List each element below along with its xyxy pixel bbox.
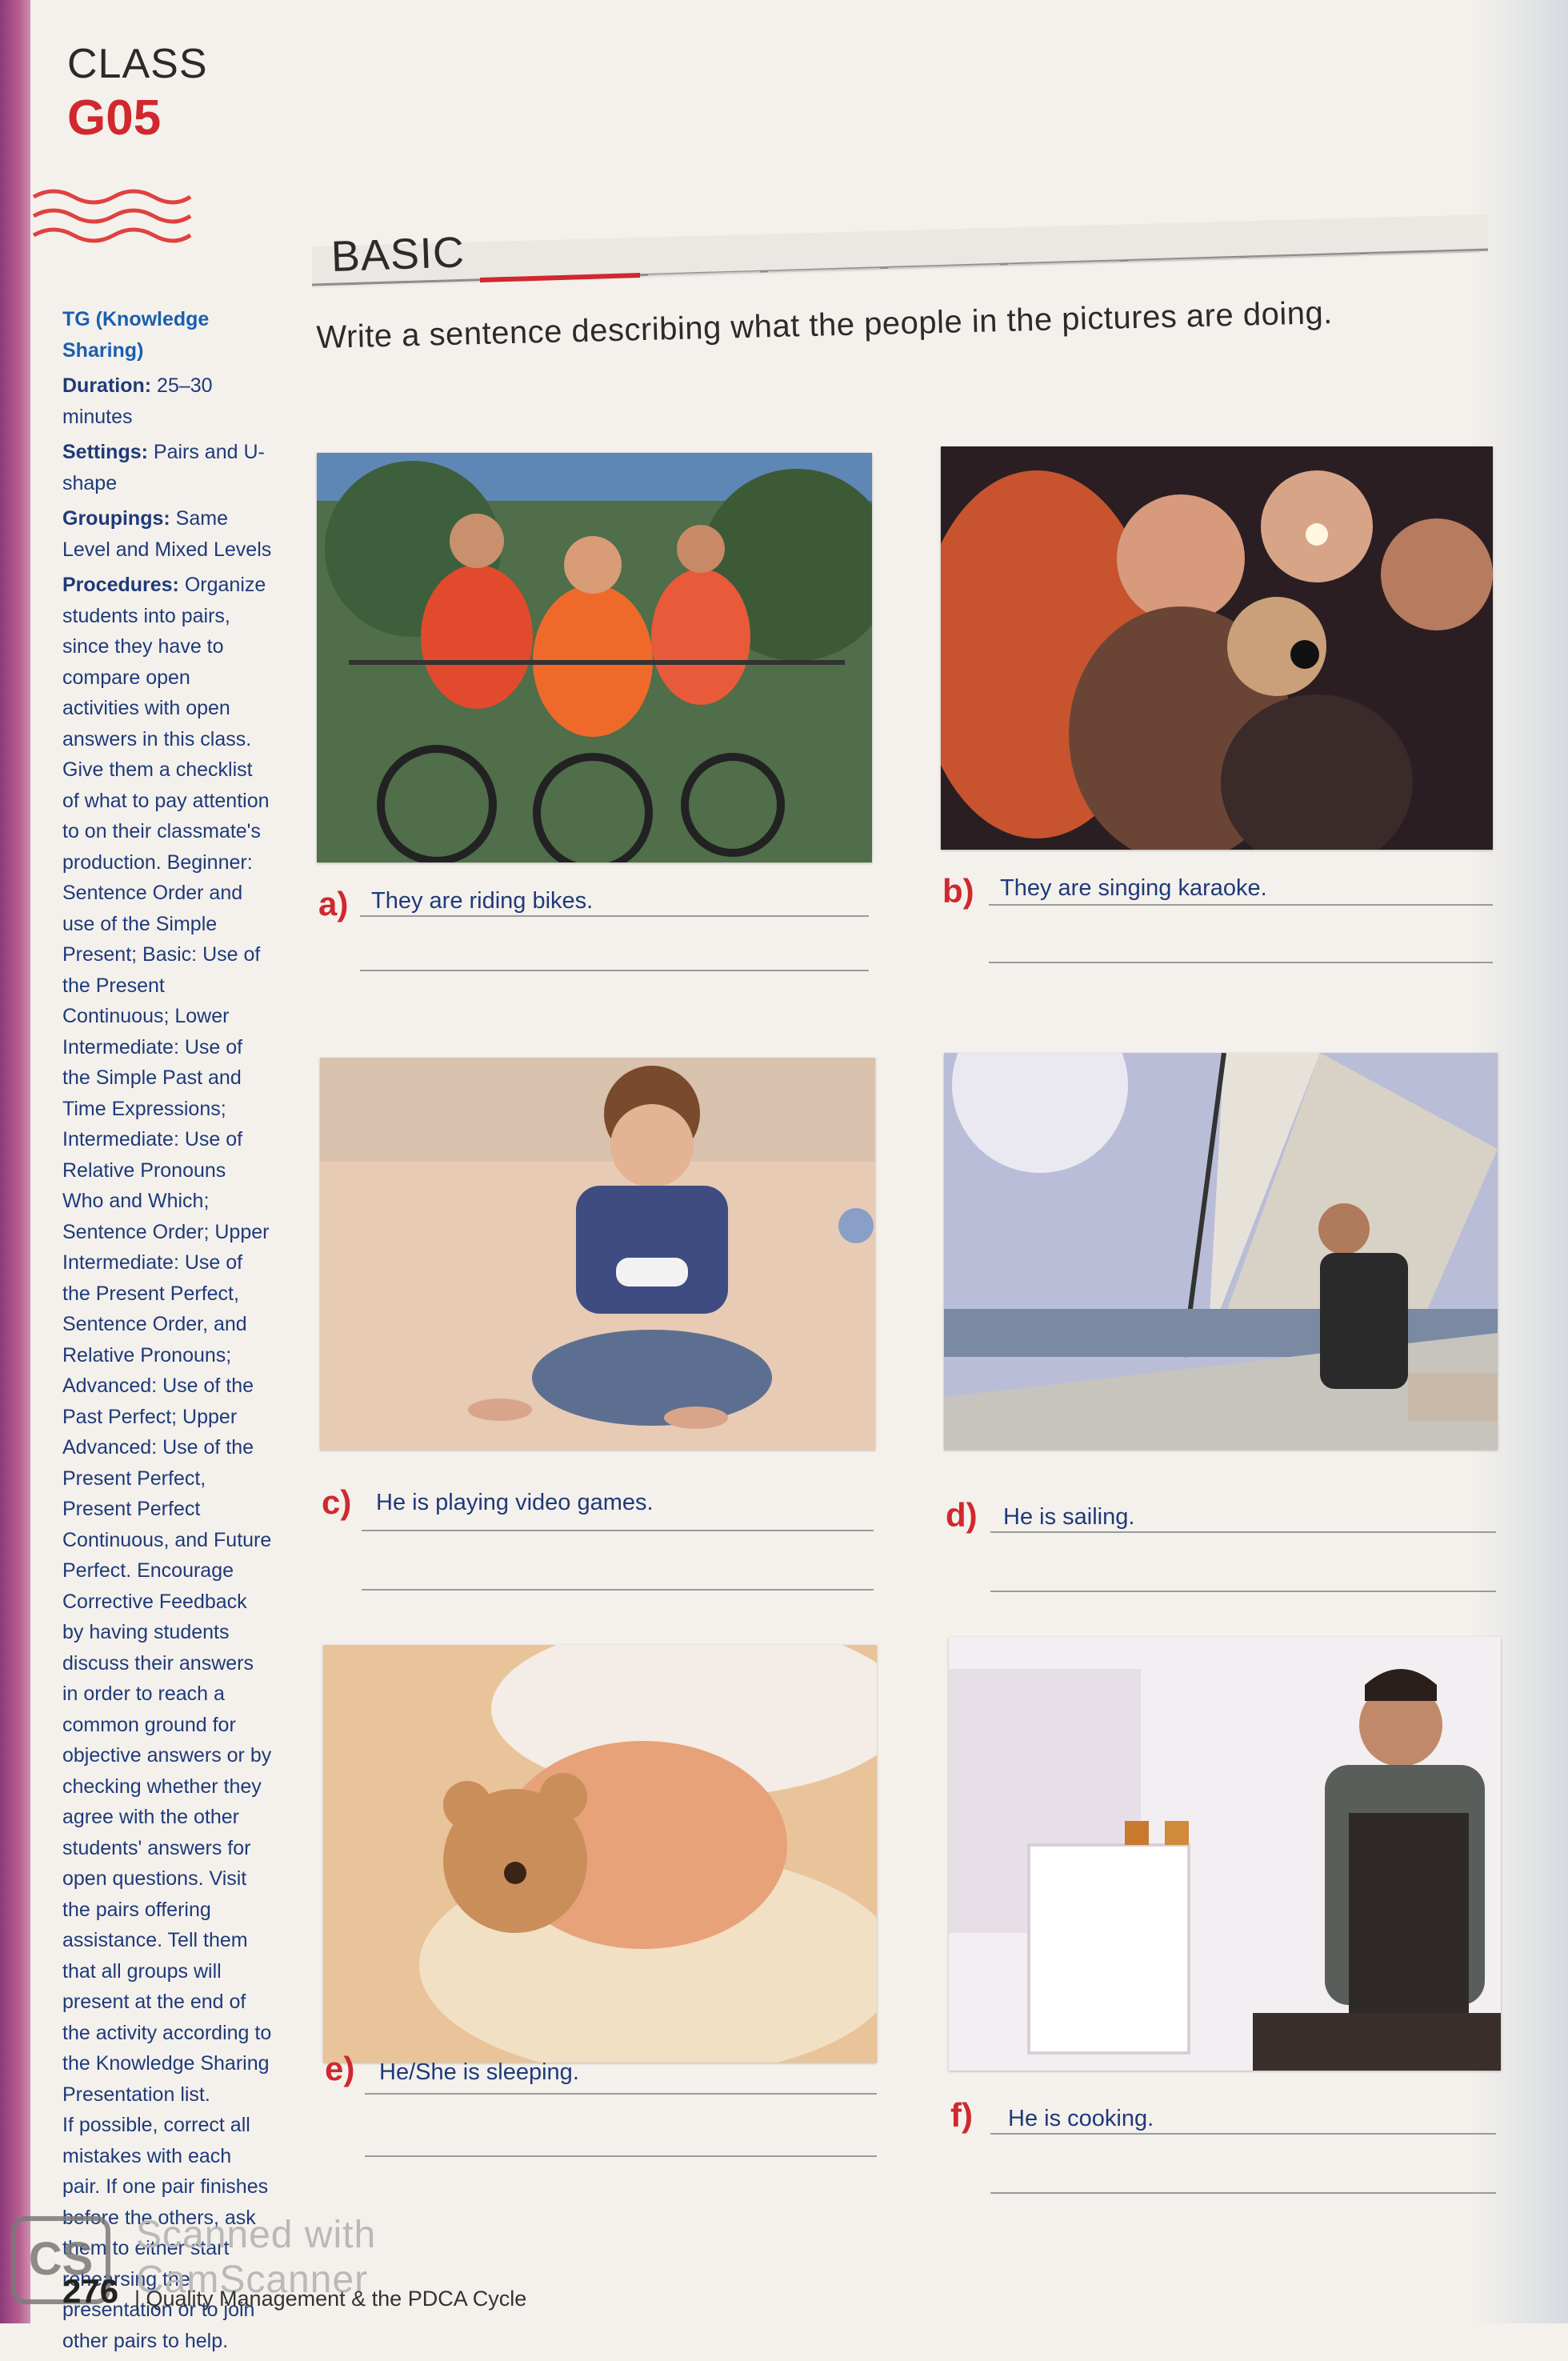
answer-line-b-2 <box>989 962 1493 963</box>
answer-f: He is cooking. <box>1008 2106 1154 2131</box>
section-title: BASIC <box>330 228 466 282</box>
answer-b: They are singing karaoke. <box>1000 875 1267 901</box>
class-code: G05 <box>67 90 162 146</box>
answer-c: He is playing video games. <box>376 1490 654 1515</box>
item-letter-f: f) <box>950 2096 973 2134</box>
item-letter-e: e) <box>325 2050 355 2087</box>
groupings-line: Groupings: Same Level and Mixed Levels <box>62 503 272 565</box>
answer-line-a-1 <box>360 915 869 917</box>
answer-line-d-1 <box>990 1531 1496 1533</box>
answer-line-e-1 <box>365 2093 877 2095</box>
answer-line-c-2 <box>362 1589 874 1591</box>
settings-line: Settings: Pairs and U-shape <box>62 437 272 498</box>
man-cooking-photo <box>949 1637 1501 2071</box>
item-letter-b: b) <box>942 872 974 910</box>
boy-gaming-photo <box>320 1058 875 1450</box>
cyclists-photo <box>317 453 872 862</box>
answer-line-f-1 <box>990 2133 1496 2135</box>
wave-decoration <box>32 189 192 243</box>
page-number: 276 <box>62 2272 119 2310</box>
teacher-guide-sidebar: TG (Knowledge Sharing) Duration: 25–30 m… <box>62 304 272 2361</box>
answer-line-b-1 <box>989 904 1493 906</box>
duration-line: Duration: 25–30 minutes <box>62 370 272 432</box>
procedures-line: Procedures: Organize students into pairs… <box>62 570 272 2110</box>
answer-line-a-2 <box>360 970 869 971</box>
binding-spine <box>0 0 30 2323</box>
item-letter-c: c) <box>322 1483 352 1521</box>
answer-line-c-1 <box>362 1530 874 1531</box>
baby-sleeping-photo <box>323 1645 877 2063</box>
settings-label: Settings: <box>62 441 148 463</box>
answer-line-e-2 <box>365 2155 877 2157</box>
answer-e: He/She is sleeping. <box>379 2059 579 2085</box>
section-banner <box>312 214 1488 288</box>
duration-label: Duration: <box>62 374 152 397</box>
answer-line-d-2 <box>990 1591 1496 1592</box>
instruction-text: Write a sentence describing what the peo… <box>316 294 1334 355</box>
sailing-photo <box>944 1053 1498 1450</box>
running-title: | Quality Management & the PDCA Cycle <box>134 2287 527 2311</box>
karaoke-photo <box>941 446 1493 850</box>
answer-d: He is sailing. <box>1003 1504 1135 1530</box>
class-label: CLASS <box>67 41 208 87</box>
answer-line-f-2 <box>990 2192 1496 2194</box>
procedures-label: Procedures: <box>62 574 179 596</box>
item-letter-d: d) <box>946 1496 978 1534</box>
watermark-line1: Scanned with <box>136 2214 377 2256</box>
tg-heading: TG (Knowledge Sharing) <box>62 308 210 362</box>
item-letter-a: a) <box>318 885 349 922</box>
groupings-label: Groupings: <box>62 507 170 530</box>
procedures-text: Organize students into pairs, since they… <box>62 574 272 2106</box>
answer-a: They are riding bikes. <box>371 888 594 914</box>
